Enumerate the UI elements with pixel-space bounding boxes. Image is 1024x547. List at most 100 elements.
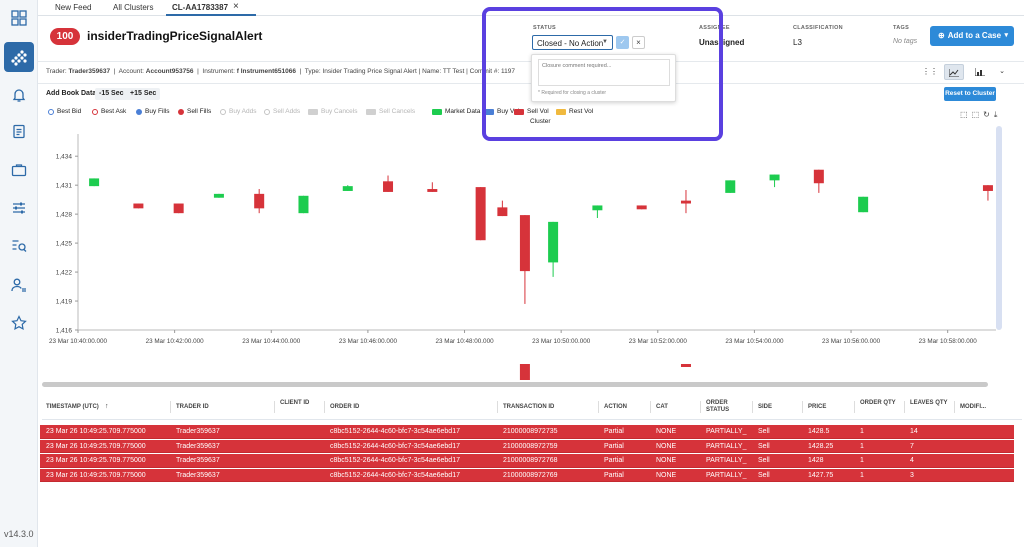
- chevron-down-icon[interactable]: ⌄: [992, 64, 1012, 80]
- bell-icon[interactable]: [11, 87, 27, 103]
- restore-icon[interactable]: ↻: [983, 110, 994, 119]
- zoom-select-icon[interactable]: ⬚: [960, 110, 972, 119]
- candle-body: [725, 180, 736, 193]
- column-separator[interactable]: [324, 401, 325, 413]
- column-header[interactable]: MODIFI...: [960, 404, 986, 411]
- clusters-icon[interactable]: [4, 42, 34, 72]
- column-header[interactable]: TIMESTAMP (UTC): [46, 404, 99, 411]
- column-header[interactable]: LEAVES QTY: [910, 400, 948, 407]
- zoom-reset-icon[interactable]: ⬚: [972, 110, 984, 119]
- tab-new-feed[interactable]: New Feed: [55, 3, 91, 12]
- column-separator[interactable]: [700, 401, 701, 413]
- table-row[interactable]: 23 Mar 26 10:49:25.709.775000 Trader35963…: [40, 425, 1014, 439]
- bar-chart-icon[interactable]: [970, 64, 990, 80]
- candle-body: [636, 205, 647, 210]
- table-cell: Sell: [758, 457, 770, 464]
- column-header[interactable]: TRANSACTION ID: [503, 404, 554, 411]
- vertical-scrollbar[interactable]: [996, 126, 1002, 330]
- column-header[interactable]: ORDER QTY: [860, 400, 896, 407]
- candle-body: [519, 215, 530, 272]
- legend-label: Sell Fills: [187, 108, 212, 115]
- legend-cluster[interactable]: Cluster: [530, 118, 551, 125]
- table-cell: c8bc5152-2644-4c60-bfc7-3c54ae6ebd17: [330, 471, 460, 479]
- star-icon[interactable]: [11, 315, 27, 331]
- sliders-icon[interactable]: [11, 200, 27, 216]
- x-tick-label: 23 Mar 10:54:00.000: [725, 338, 784, 345]
- column-separator[interactable]: [904, 401, 905, 413]
- column-header[interactable]: ORDER STATUS: [706, 400, 750, 414]
- horizontal-scrollbar[interactable]: [42, 382, 988, 387]
- tab-all-clusters[interactable]: All Clusters: [113, 3, 153, 12]
- confirm-status-button[interactable]: ✓: [616, 36, 629, 49]
- table-row[interactable]: 23 Mar 26 10:49:25.709.775000 Trader35963…: [40, 439, 1014, 453]
- candlestick-chart[interactable]: 1,434 1,431 1,428 1,425 1,422 1,419 1,416 23 Ma…: [38, 126, 1024, 388]
- reset-to-cluster-button[interactable]: Reset to Cluster: [944, 87, 996, 101]
- column-separator[interactable]: [802, 401, 803, 413]
- column-header[interactable]: PRICE: [808, 404, 826, 411]
- column-separator[interactable]: [954, 401, 955, 413]
- legend-swatch: [556, 108, 566, 115]
- column-separator[interactable]: [274, 401, 275, 413]
- legend-label: Market Data: [445, 108, 481, 115]
- candle-body: [342, 186, 353, 191]
- closure-comment-input[interactable]: [538, 59, 670, 86]
- legend-item[interactable]: Sell Adds: [264, 108, 300, 115]
- column-separator[interactable]: [752, 401, 753, 413]
- tab-cluster[interactable]: CL-AA1783387: [172, 3, 228, 12]
- legend-item[interactable]: Sell Cancels: [366, 108, 415, 115]
- legend-item[interactable]: Buy Cancels: [308, 108, 358, 115]
- legend-label: Buy Adds: [229, 108, 257, 115]
- plus-15-button[interactable]: +15 Sec: [126, 88, 161, 100]
- table-cell: Sell: [758, 428, 770, 435]
- table-cell: NONE: [656, 471, 677, 479]
- legend-item[interactable]: Market Data: [432, 108, 480, 115]
- minus-15-button[interactable]: -15 Sec: [95, 88, 128, 100]
- grid-view-icon[interactable]: ⋮⋮: [920, 64, 940, 80]
- add-to-case-button[interactable]: ⊕ Add to a Case ▾: [930, 26, 1014, 46]
- user-settings-icon[interactable]: [11, 277, 27, 293]
- close-tab-icon[interactable]: ×: [233, 1, 239, 12]
- briefcase-icon[interactable]: [11, 162, 27, 178]
- dashboard-icon[interactable]: [11, 10, 27, 26]
- line-chart-icon[interactable]: [944, 64, 964, 80]
- column-header[interactable]: ACTION: [604, 404, 627, 411]
- column-header[interactable]: ORDER ID: [330, 404, 359, 411]
- table-row[interactable]: 23 Mar 26 10:49:25.709.775000 Trader35963…: [40, 468, 1014, 482]
- closure-comment-popover: * Required for closing a cluster: [531, 54, 676, 102]
- table-cell: Sell: [758, 471, 770, 479]
- column-header[interactable]: CAT: [656, 404, 668, 411]
- table-cell: c8bc5152-2644-4c60-bfc7-3c54ae6ebd17: [330, 457, 460, 464]
- column-separator[interactable]: [650, 401, 651, 413]
- legend-item[interactable]: Rest Vol: [556, 108, 593, 115]
- clipboard-icon[interactable]: [11, 123, 27, 139]
- table-row[interactable]: 23 Mar 26 10:49:25.709.775000 Trader35963…: [40, 454, 1014, 468]
- column-separator[interactable]: [170, 401, 171, 413]
- plus-icon: ⊕: [938, 31, 945, 40]
- table-cell: Partial: [604, 471, 624, 479]
- column-separator[interactable]: [598, 401, 599, 413]
- cancel-status-button[interactable]: ×: [632, 36, 645, 49]
- legend-item[interactable]: Buy Adds: [220, 108, 256, 115]
- column-separator[interactable]: [854, 401, 855, 413]
- table-cell: 1427.75: [808, 471, 834, 479]
- status-dropdown[interactable]: Closed - No Action ▼: [532, 35, 613, 50]
- y-tick-label: 1,425: [56, 241, 73, 248]
- list-search-icon[interactable]: [11, 238, 27, 254]
- legend-swatch: [136, 108, 142, 115]
- legend-item[interactable]: Best Ask: [92, 108, 126, 115]
- column-header[interactable]: SIDE: [758, 404, 772, 411]
- legend-item[interactable]: Sell Vol: [514, 108, 549, 115]
- save-image-icon[interactable]: ⤓: [994, 110, 1002, 119]
- legend-item[interactable]: Sell Fills: [178, 108, 211, 115]
- legend-label: Sell Cancels: [379, 108, 416, 115]
- info-text: Trader: Trader359637 | Account: Account9…: [46, 68, 516, 75]
- column-separator[interactable]: [497, 401, 498, 413]
- legend-item[interactable]: Buy Fills: [136, 108, 170, 115]
- column-header[interactable]: CLIENT ID: [280, 400, 309, 407]
- column-header[interactable]: TRADER ID: [176, 404, 209, 411]
- assignee-value[interactable]: Unassigned: [699, 38, 744, 47]
- sort-ascending-icon[interactable]: ↑: [105, 403, 109, 410]
- app: v14.3.0 New Feed All Clusters CL-AA17833…: [0, 0, 1024, 547]
- legend-item[interactable]: Best Bid: [48, 108, 81, 115]
- tags-value[interactable]: No tags: [893, 38, 917, 45]
